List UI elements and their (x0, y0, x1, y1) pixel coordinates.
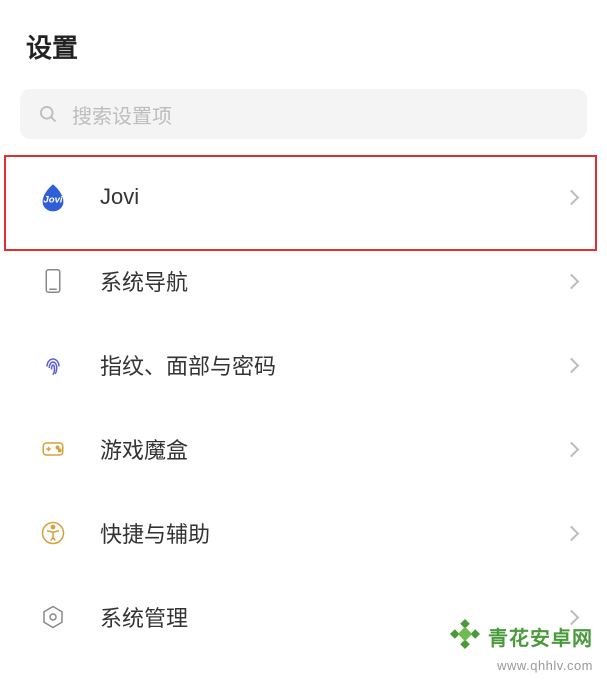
svg-text:Jovi: Jovi (43, 195, 63, 206)
watermark-url: www.qhhlv.com (497, 658, 593, 673)
watermark: 青花安卓网 www.qhhlv.com (448, 617, 593, 673)
search-input[interactable]: 搜索设置项 (20, 89, 587, 139)
row-label: 游戏魔盒 (100, 433, 566, 465)
fingerprint-icon (36, 348, 70, 382)
watermark-logo-icon (448, 617, 482, 656)
page-title: 设置 (0, 0, 607, 89)
search-icon (38, 104, 58, 124)
jovi-icon: Jovi (36, 180, 70, 214)
chevron-right-icon (564, 273, 580, 289)
row-label: Jovi (100, 184, 566, 210)
row-shortcut-accessibility[interactable]: 快捷与辅助 (0, 491, 607, 575)
chevron-right-icon (564, 189, 580, 205)
search-placeholder: 搜索设置项 (72, 100, 172, 129)
row-label: 快捷与辅助 (100, 517, 566, 549)
accessibility-icon (36, 516, 70, 550)
phone-nav-icon (36, 264, 70, 298)
gear-hex-icon (36, 600, 70, 634)
row-fingerprint-face-password[interactable]: 指纹、面部与密码 (0, 323, 607, 407)
chevron-right-icon (564, 357, 580, 373)
chevron-right-icon (564, 525, 580, 541)
settings-list: Jovi Jovi 系统导航 指纹、面部与密码 (0, 155, 607, 659)
row-system-navigation[interactable]: 系统导航 (0, 239, 607, 323)
row-jovi[interactable]: Jovi Jovi (0, 155, 607, 239)
row-game-box[interactable]: 游戏魔盒 (0, 407, 607, 491)
gamepad-icon (36, 432, 70, 466)
row-label: 系统导航 (100, 265, 566, 297)
watermark-brand: 青花安卓网 (488, 622, 593, 651)
row-label: 指纹、面部与密码 (100, 349, 566, 381)
chevron-right-icon (564, 441, 580, 457)
